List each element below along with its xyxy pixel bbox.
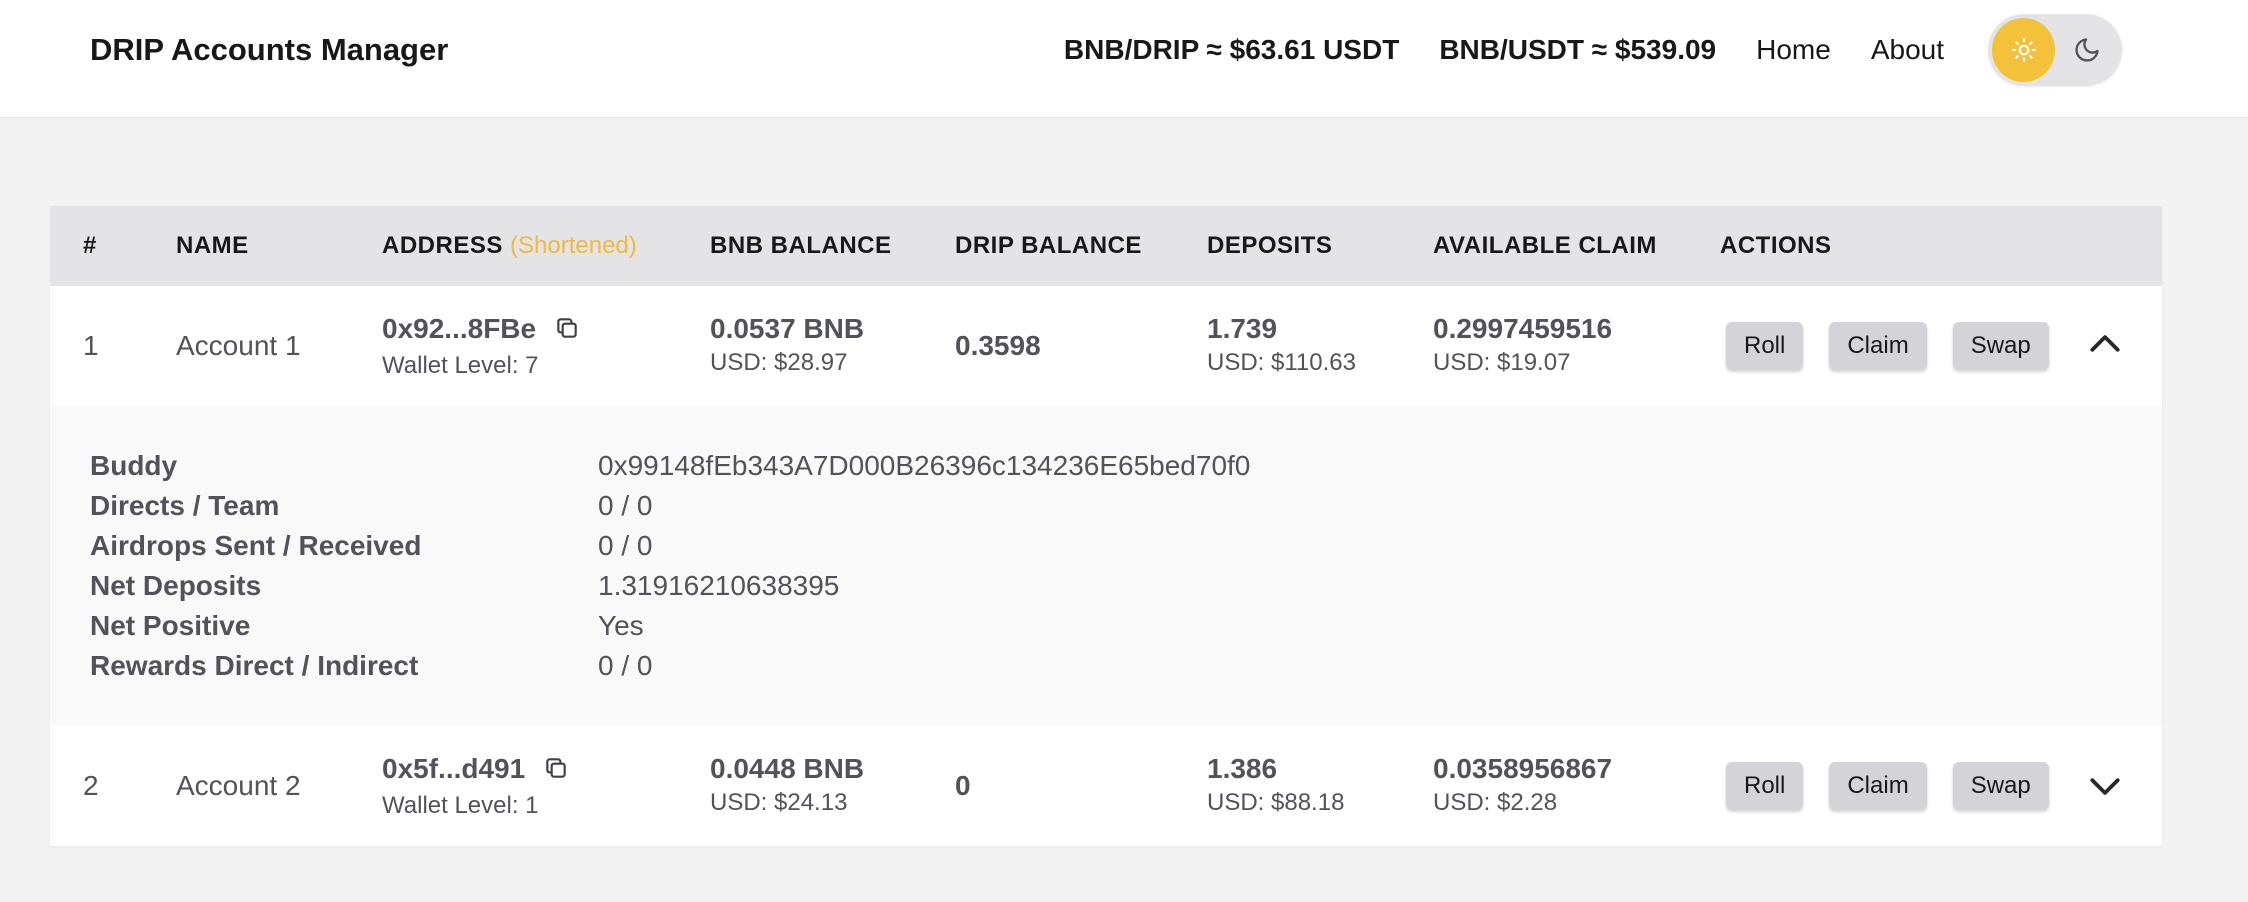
table-row: 2 Account 2 0x5f...d491 Wallet Level: 1 … xyxy=(50,726,2162,846)
claim-button[interactable]: Claim xyxy=(1829,322,1927,370)
swap-button[interactable]: Swap xyxy=(1952,322,2049,370)
bnb-balance-cell: 0.0537 BNB USD: $28.97 xyxy=(710,312,864,378)
dark-mode-button[interactable] xyxy=(2055,18,2118,82)
moon-icon xyxy=(2074,38,2099,62)
detail-label: Net Positive xyxy=(90,610,251,641)
col-deposits: DEPOSITS xyxy=(1207,232,1333,259)
detail-value: 0 / 0 xyxy=(598,490,653,521)
theme-toggle xyxy=(1988,14,2122,86)
account-name: Account 1 xyxy=(176,330,301,361)
deposits-usd: USD: $110.63 xyxy=(1207,349,1356,376)
col-name: NAME xyxy=(176,232,249,259)
swap-button[interactable]: Swap xyxy=(1952,762,2049,810)
claim-cell: 0.2997459516 USD: $19.07 xyxy=(1433,312,1612,378)
expand-row-button[interactable] xyxy=(2086,766,2124,809)
deposits-cell: 1.386 USD: $88.18 xyxy=(1207,752,1344,818)
chevron-down-icon xyxy=(2090,778,2120,795)
claim-value: 0.0358956867 xyxy=(1433,753,1613,784)
bnb-balance: 0.0537 BNB xyxy=(710,313,865,344)
nav-right: BNB/DRIP ≈ $63.61 USDT BNB/USDT ≈ $539.0… xyxy=(1064,14,2122,86)
drip-balance: 0.3598 xyxy=(955,330,1041,361)
col-index: # xyxy=(83,232,97,259)
light-mode-button[interactable] xyxy=(1992,18,2055,82)
col-address: ADDRESS (Shortened) xyxy=(382,206,637,286)
collapse-row-button[interactable] xyxy=(2086,326,2124,369)
detail-value: 0 / 0 xyxy=(598,650,653,681)
col-available-claim: AVAILABLE CLAIM xyxy=(1433,232,1657,259)
detail-value: 0x99148fEb343A7D000B26396c134236E65bed70… xyxy=(598,450,1251,481)
detail-value: 1.31916210638395 xyxy=(598,570,840,601)
bnb-balance-cell: 0.0448 BNB USD: $24.13 xyxy=(710,752,864,818)
account-address: 0x5f...d491 xyxy=(382,753,526,784)
detail-label: Airdrops Sent / Received xyxy=(90,530,422,561)
detail-label: Net Deposits xyxy=(90,570,262,601)
deposits-value: 1.386 xyxy=(1207,753,1278,784)
claim-value: 0.2997459516 xyxy=(1433,313,1613,344)
accounts-table: # NAME ADDRESS (Shortened) BNB BALANCE D… xyxy=(50,206,2162,846)
deposits-cell: 1.739 USD: $110.63 xyxy=(1207,312,1356,378)
account-name: Account 2 xyxy=(176,770,301,801)
col-address-label: ADDRESS xyxy=(382,232,503,259)
row-index: 2 xyxy=(83,770,99,801)
row-actions: Roll Claim Swap xyxy=(1726,762,2075,810)
account-details: Buddy 0x99148fEb343A7D000B26396c134236E6… xyxy=(50,406,2162,726)
bnb-usdt-price: BNB/USDT ≈ $539.09 xyxy=(1439,34,1717,65)
col-drip-balance: DRIP BALANCE xyxy=(955,232,1142,259)
drip-balance: 0 xyxy=(955,770,971,801)
copy-icon[interactable] xyxy=(554,315,580,349)
sun-icon xyxy=(2011,38,2036,62)
deposits-usd: USD: $88.18 xyxy=(1207,789,1345,816)
chevron-up-icon xyxy=(2090,335,2120,352)
address-cell: 0x92...8FBe Wallet Level: 7 xyxy=(382,312,580,381)
bnb-balance-usd: USD: $28.97 xyxy=(710,349,848,376)
nav-about-link[interactable]: About xyxy=(1871,34,1944,66)
wallet-level: Wallet Level: 1 xyxy=(382,792,539,819)
roll-button[interactable]: Roll xyxy=(1726,762,1804,810)
bnb-balance-usd: USD: $24.13 xyxy=(710,789,848,816)
bnb-balance: 0.0448 BNB xyxy=(710,753,865,784)
address-cell: 0x5f...d491 Wallet Level: 1 xyxy=(382,752,569,821)
table-header: # NAME ADDRESS (Shortened) BNB BALANCE D… xyxy=(50,206,2162,286)
table-row: 1 Account 1 0x92...8FBe Wallet Level: 7 … xyxy=(50,286,2162,406)
bnb-drip-price: BNB/DRIP ≈ $63.61 USDT xyxy=(1063,34,1400,65)
navbar: DRIP Accounts Manager BNB/DRIP ≈ $63.61 … xyxy=(0,0,2248,118)
claim-cell: 0.0358956867 USD: $2.28 xyxy=(1433,752,1612,818)
detail-value: Yes xyxy=(598,610,644,641)
col-bnb-balance: BNB BALANCE xyxy=(710,232,892,259)
account-address: 0x92...8FBe xyxy=(382,313,537,344)
claim-button[interactable]: Claim xyxy=(1829,762,1927,810)
claim-usd: USD: $19.07 xyxy=(1433,349,1571,376)
app-title: DRIP Accounts Manager xyxy=(90,32,449,67)
detail-value: 0 / 0 xyxy=(598,530,653,561)
row-index: 1 xyxy=(83,330,99,361)
roll-button[interactable]: Roll xyxy=(1726,322,1804,370)
detail-label: Buddy xyxy=(90,450,178,481)
deposits-value: 1.739 xyxy=(1207,313,1278,344)
nav-home-link[interactable]: Home xyxy=(1756,34,1831,66)
wallet-level: Wallet Level: 7 xyxy=(382,352,539,379)
claim-usd: USD: $2.28 xyxy=(1433,789,1558,816)
col-address-hint: (Shortened) xyxy=(510,232,637,259)
detail-label: Rewards Direct / Indirect xyxy=(90,650,419,681)
copy-icon[interactable] xyxy=(543,755,569,789)
col-actions: ACTIONS xyxy=(1720,232,1832,259)
row-actions: Roll Claim Swap xyxy=(1726,322,2075,370)
detail-label: Directs / Team xyxy=(90,490,280,521)
